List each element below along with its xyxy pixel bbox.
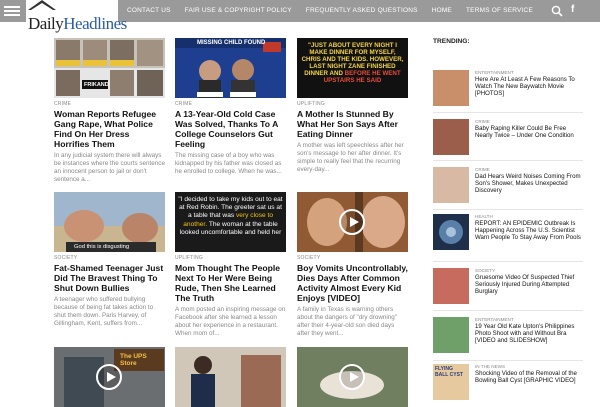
- article-title[interactable]: Boy Vomits Uncontrollably, Dies Days Aft…: [297, 263, 408, 303]
- main-nav: CONTACT US FAIR USE & COPYRIGHT POLICY F…: [120, 0, 540, 22]
- article-category[interactable]: SOCIETY: [54, 255, 165, 261]
- trending-heading: TRENDING:: [433, 38, 470, 45]
- trending-category[interactable]: IN THE NEWS: [475, 364, 505, 369]
- trending-sidebar: TRENDING: ENTERTAINMENT Here Are At Leas…: [433, 38, 583, 400]
- trending-category[interactable]: CRIME: [475, 167, 490, 172]
- play-video-icon[interactable]: [96, 364, 122, 390]
- article-title[interactable]: A 13-Year-Old Cold Case Was Solved, Than…: [175, 109, 286, 149]
- nav-fair-use[interactable]: FAIR USE & COPYRIGHT POLICY: [178, 0, 299, 22]
- image-caption: FRIKAND: [84, 82, 109, 88]
- nav-terms[interactable]: TERMS OF SERVICE: [459, 0, 540, 22]
- divider: [433, 360, 583, 361]
- divider: [433, 310, 583, 311]
- trending-item[interactable]: SOCIETY Gruesome Video Of Suspected Thie…: [433, 268, 583, 306]
- trending-category[interactable]: ENTERTAINMENT: [475, 317, 514, 322]
- article-image[interactable]: God this is disgusting: [54, 192, 165, 252]
- divider: [433, 160, 583, 161]
- trending-item[interactable]: ENTERTAINMENT 19 Year Old Kate Upton's P…: [433, 317, 583, 355]
- trending-item[interactable]: HEALTH REPORT: AN EPIDEMIC Outbreak Is H…: [433, 214, 583, 252]
- play-video-icon[interactable]: [339, 209, 365, 235]
- article-excerpt: In any judicial system there will always…: [54, 152, 165, 183]
- logo-text: DailyHeadlines: [28, 14, 127, 33]
- image-quote: "JUST ABOUT EVERY NIGHT I MAKE DINNER FO…: [301, 42, 404, 85]
- article-category[interactable]: CRIME: [54, 101, 165, 107]
- trending-title[interactable]: Shocking Video of the Removal of the Bow…: [475, 370, 583, 384]
- article-excerpt: A mom posted an inspiring message on Fac…: [175, 306, 286, 337]
- article-image[interactable]: FRIKAND: [54, 38, 165, 98]
- trending-item[interactable]: CRIME Baby Raping Killer Could Be Free N…: [433, 119, 583, 157]
- trending-category[interactable]: HEALTH: [475, 214, 493, 219]
- article-category[interactable]: UPLIFTING: [175, 255, 286, 261]
- article-image[interactable]: [297, 347, 408, 407]
- article-image[interactable]: "JUST ABOUT EVERY NIGHT I MAKE DINNER FO…: [297, 38, 408, 98]
- article-excerpt: A mother was left speechless after her s…: [297, 142, 404, 173]
- trending-thumbnail[interactable]: [433, 70, 469, 106]
- trending-thumbnail[interactable]: [433, 268, 469, 304]
- article-card[interactable]: MISSING CHILD FOUND CRIME A 13-Year-Old …: [175, 38, 286, 176]
- article-card[interactable]: The UPS Store: [54, 347, 165, 407]
- trending-item[interactable]: CRIME Dad Hears Weird Noises Coming From…: [433, 167, 583, 205]
- article-card[interactable]: FRIKAND CRIME Woman Reports Refugee Gang…: [54, 38, 165, 184]
- article-image[interactable]: "I decided to take my kids out to eat at…: [175, 192, 286, 252]
- image-caption: The UPS Store: [120, 353, 147, 367]
- trending-title[interactable]: REPORT: AN EPIDEMIC Outbreak Is Happenin…: [475, 220, 583, 242]
- article-excerpt: The missing case of a boy who was kidnap…: [175, 152, 282, 175]
- thumbnail-caption: FLYING BALL CYST: [435, 366, 463, 378]
- trending-thumbnail[interactable]: [433, 317, 469, 353]
- nav-home[interactable]: HOME: [425, 0, 459, 22]
- trending-title[interactable]: 19 Year Old Kate Upton's Philippines Pho…: [475, 323, 583, 345]
- trending-thumbnail[interactable]: [433, 214, 469, 250]
- trending-category[interactable]: CRIME: [475, 119, 490, 124]
- image-caption: God this is disgusting: [74, 244, 130, 250]
- article-card[interactable]: "I decided to take my kids out to eat at…: [175, 192, 286, 338]
- search-icon[interactable]: [551, 5, 563, 17]
- article-excerpt: A family in Texas is warning others abou…: [297, 306, 398, 337]
- trending-title[interactable]: Baby Raping Killer Could Be Free Nearly …: [475, 125, 583, 139]
- article-card[interactable]: [175, 347, 286, 407]
- nav-contact-us[interactable]: CONTACT US: [120, 0, 178, 22]
- divider: [433, 112, 583, 113]
- facebook-icon[interactable]: f: [571, 4, 574, 15]
- image-caption: MISSING CHILD FOUND: [197, 40, 266, 46]
- article-card[interactable]: God this is disgusting SOCIETY Fat-Shame…: [54, 192, 165, 328]
- trending-item[interactable]: ENTERTAINMENT Here Are At Least A Few Re…: [433, 70, 583, 108]
- article-image[interactable]: MISSING CHILD FOUND: [175, 38, 286, 98]
- divider: [433, 209, 583, 210]
- trending-title[interactable]: Gruesome Video Of Suspected Thief Seriou…: [475, 274, 583, 296]
- nav-faq[interactable]: FREQUENTLY ASKED QUESTIONS: [299, 0, 425, 22]
- house-roof-icon: [28, 0, 56, 10]
- hamburger-menu-icon[interactable]: [4, 4, 20, 18]
- article-title[interactable]: Mom Thought The People Next To Her Were …: [175, 263, 286, 303]
- article-image[interactable]: [297, 192, 408, 252]
- article-category[interactable]: UPLIFTING: [297, 101, 408, 107]
- trending-category[interactable]: ENTERTAINMENT: [475, 70, 514, 75]
- trending-title[interactable]: Here Are At Least A Few Reasons To Watch…: [475, 76, 583, 98]
- play-video-icon[interactable]: [339, 364, 365, 390]
- divider: [433, 261, 583, 262]
- article-title[interactable]: Fat-Shamed Teenager Just Did The Bravest…: [54, 263, 165, 293]
- site-logo[interactable]: DailyHeadlines: [26, 0, 127, 38]
- article-category[interactable]: CRIME: [175, 101, 286, 107]
- article-image[interactable]: [175, 347, 286, 407]
- article-category[interactable]: SOCIETY: [297, 255, 408, 261]
- article-card[interactable]: SOCIETY Boy Vomits Uncontrollably, Dies …: [297, 192, 408, 338]
- article-excerpt: A teenager who suffered bullying because…: [54, 296, 154, 327]
- article-card[interactable]: [297, 347, 408, 407]
- trending-thumbnail[interactable]: [433, 119, 469, 155]
- article-title[interactable]: A Mother Is Stunned By What Her Son Says…: [297, 109, 408, 139]
- trending-thumbnail[interactable]: FLYING BALL CYST: [433, 364, 469, 400]
- trending-item[interactable]: FLYING BALL CYST IN THE NEWS Shocking Vi…: [433, 364, 583, 402]
- trending-category[interactable]: SOCIETY: [475, 268, 495, 273]
- image-quote: "I decided to take my kids out to eat at…: [178, 196, 283, 236]
- trending-title[interactable]: Dad Hears Weird Noises Coming From Son's…: [475, 173, 583, 195]
- article-card[interactable]: "JUST ABOUT EVERY NIGHT I MAKE DINNER FO…: [297, 38, 408, 174]
- trending-thumbnail[interactable]: [433, 167, 469, 203]
- article-title[interactable]: Woman Reports Refugee Gang Rape, What Po…: [54, 109, 165, 149]
- article-image[interactable]: The UPS Store: [54, 347, 165, 407]
